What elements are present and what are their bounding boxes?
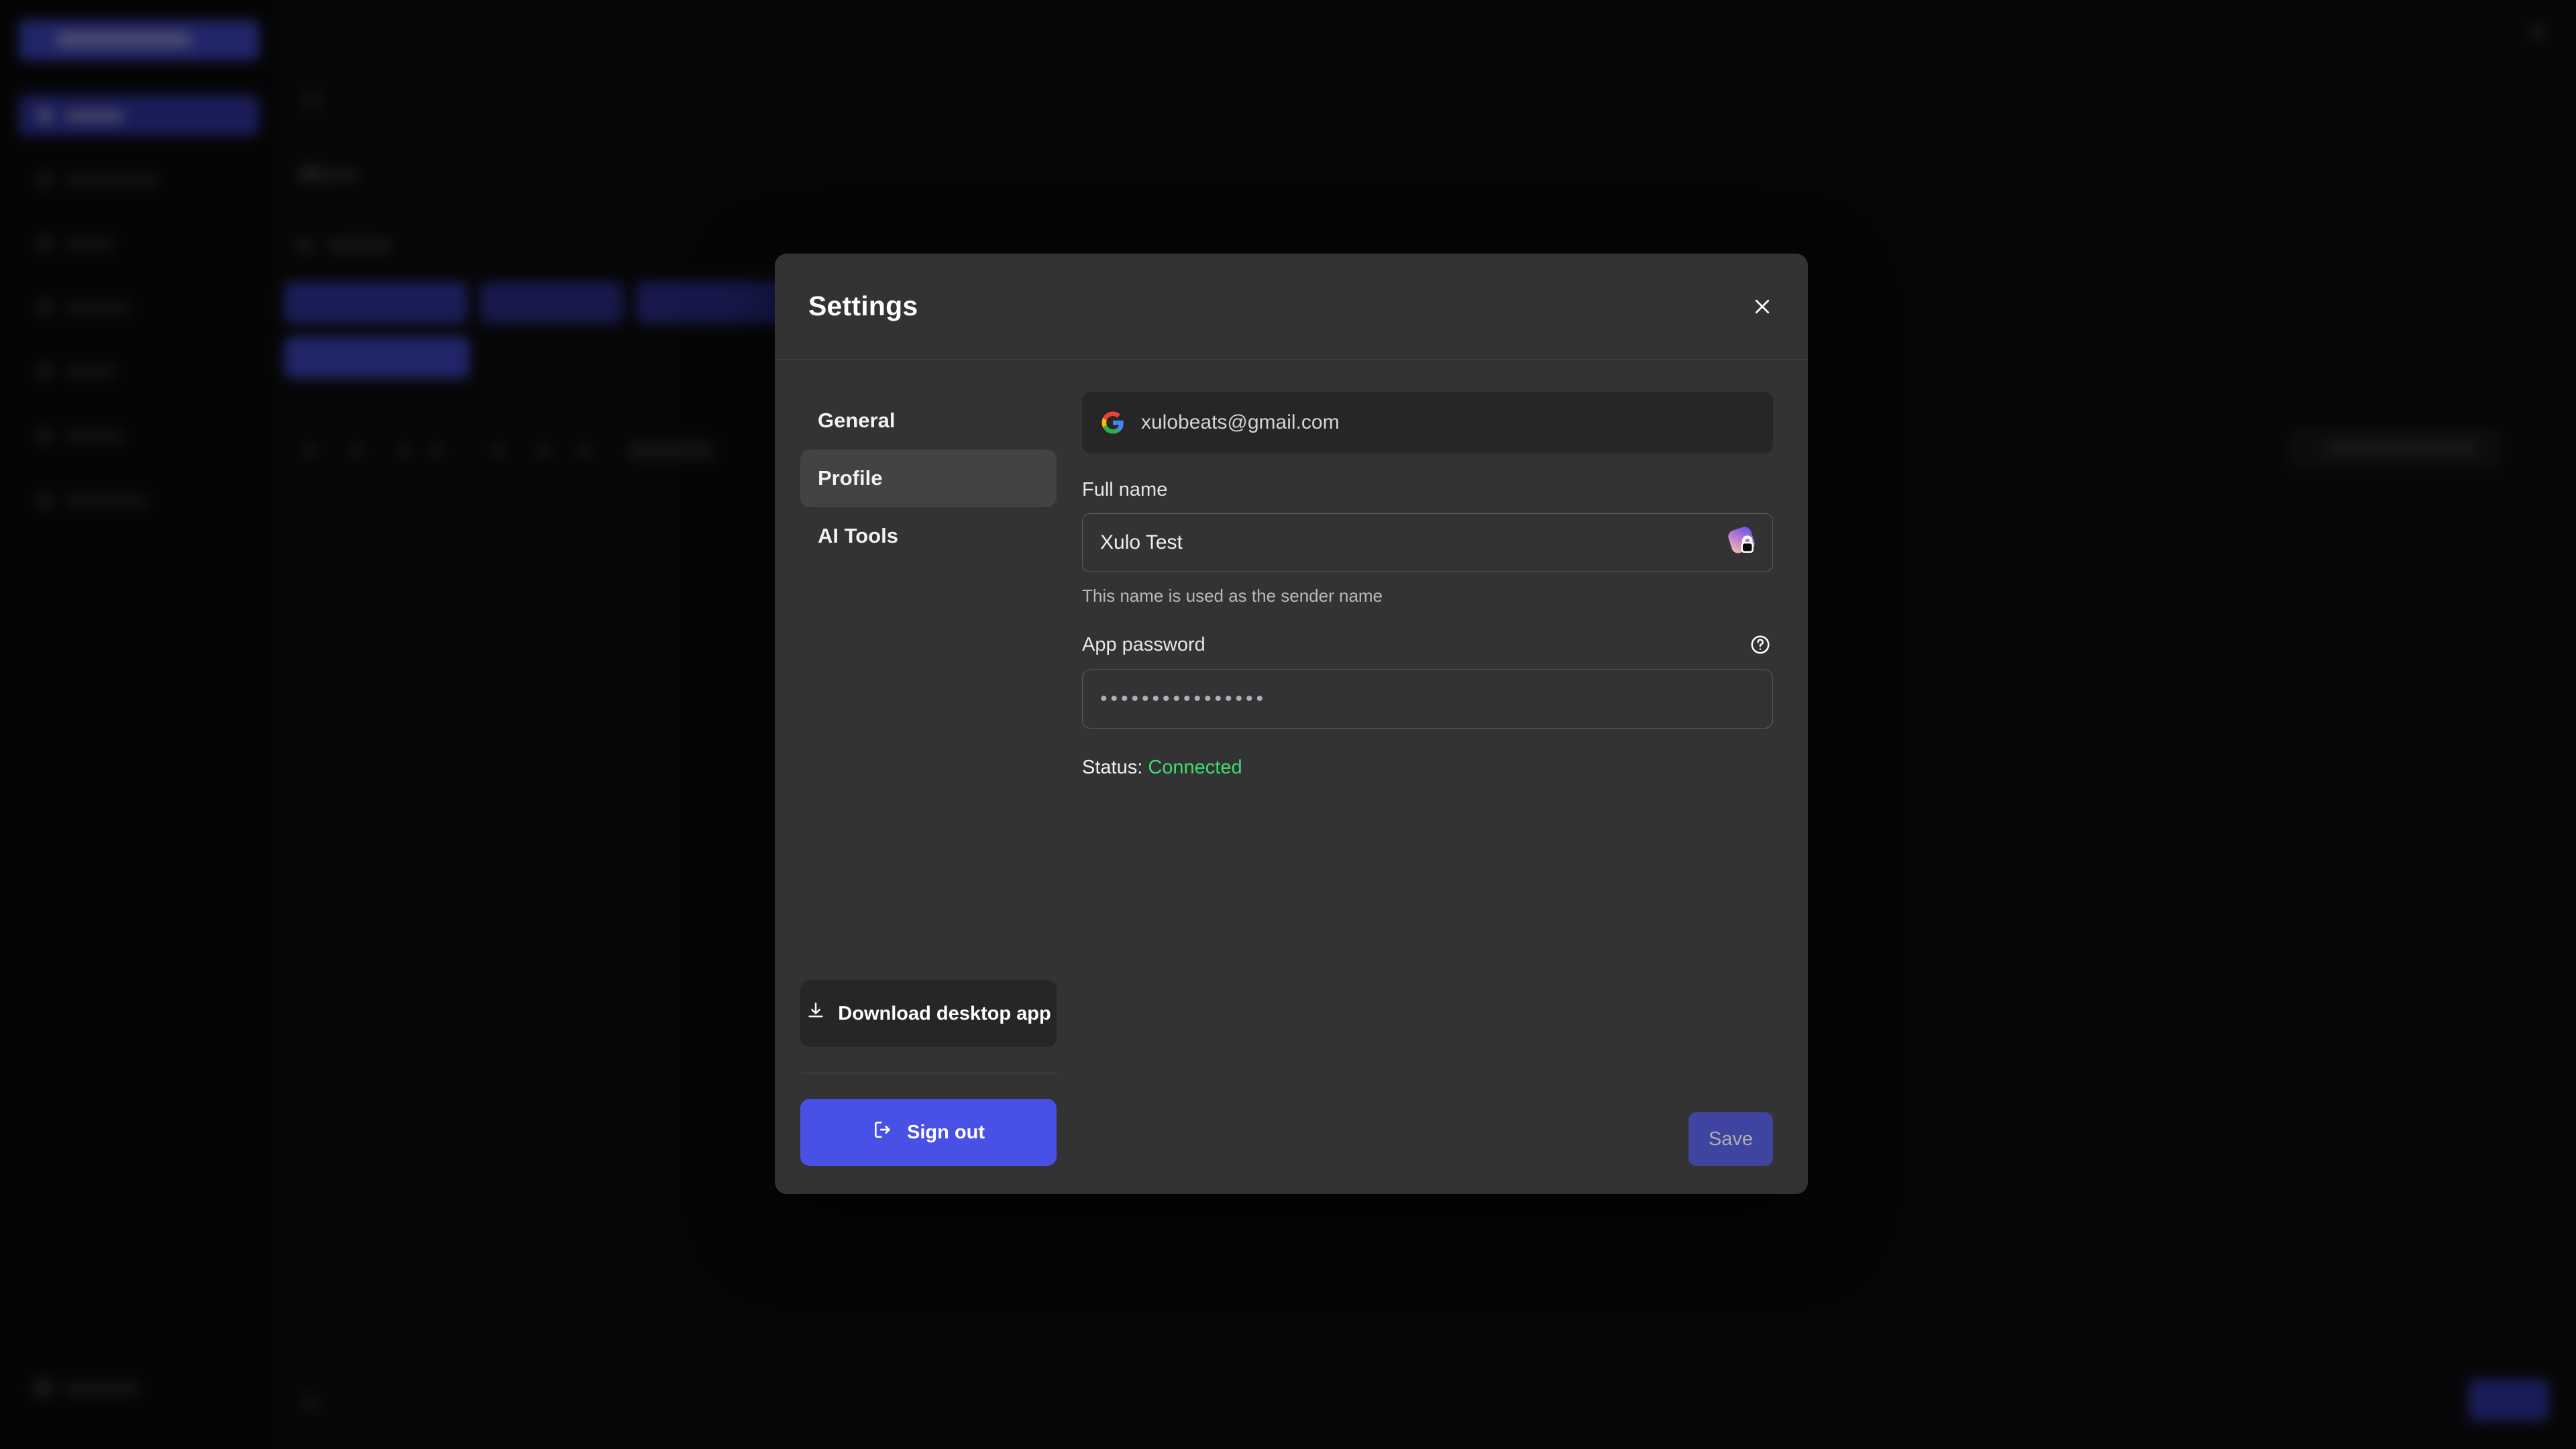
nav-item-ai-tools[interactable]: AI Tools xyxy=(800,507,1057,565)
modal-body: General Profile AI Tools Download deskto… xyxy=(775,360,1808,1194)
nav-item-general[interactable]: General xyxy=(800,392,1057,449)
status-label: Status: xyxy=(1082,757,1143,778)
password-manager-lock-icon[interactable] xyxy=(1726,525,1762,561)
full-name-label: Full name xyxy=(1082,479,1168,500)
settings-modal: Settings General Profile AI Tools Downlo… xyxy=(775,254,1808,1194)
account-email: xulobeats@gmail.com xyxy=(1141,411,1340,433)
full-name-input[interactable] xyxy=(1082,513,1773,572)
settings-nav: General Profile AI Tools Download deskto… xyxy=(775,360,1082,1194)
app-password-label: App password xyxy=(1082,633,1205,655)
download-desktop-app-button[interactable]: Download desktop app xyxy=(800,980,1057,1047)
full-name-label-row: Full name xyxy=(1082,479,1773,501)
nav-item-profile[interactable]: Profile xyxy=(800,449,1057,507)
full-name-input-wrap xyxy=(1082,513,1773,572)
app-password-input-wrap: •••••••••••••••• xyxy=(1082,669,1773,729)
close-button[interactable] xyxy=(1748,292,1777,321)
app-password-help-button[interactable] xyxy=(1748,632,1773,657)
download-icon xyxy=(806,1001,826,1026)
save-row: Save xyxy=(1082,1112,1773,1166)
full-name-hint: This name is used as the sender name xyxy=(1082,586,1383,606)
close-icon xyxy=(1752,297,1772,317)
full-name-field-group: Full name Xulo Test This name is used as… xyxy=(1082,479,1773,606)
app-password-label-row: App password xyxy=(1082,632,1773,657)
save-button[interactable]: Save xyxy=(1688,1112,1773,1166)
google-logo-icon xyxy=(1101,411,1125,435)
status-badge: Connected xyxy=(1148,757,1242,778)
settings-content-profile: xulobeats@gmail.com Full name Xulo Test … xyxy=(1082,360,1808,1194)
app-password-field-group: App password •••••••••••••••• xyxy=(1082,632,1773,729)
page-title: Settings xyxy=(808,290,918,321)
download-desktop-app-label: Download desktop app xyxy=(838,1002,1051,1024)
sign-out-label: Sign out xyxy=(907,1121,985,1143)
connection-status: Status: Connected xyxy=(1082,757,1773,779)
sign-out-button[interactable]: Sign out xyxy=(800,1099,1057,1166)
app-password-input[interactable]: •••••••••••••••• xyxy=(1082,669,1773,729)
settings-nav-list: General Profile AI Tools xyxy=(800,392,1057,565)
help-circle-icon xyxy=(1750,634,1771,655)
modal-header: Settings xyxy=(775,254,1808,360)
log-out-icon xyxy=(872,1119,894,1146)
account-row[interactable]: xulobeats@gmail.com xyxy=(1082,392,1773,453)
